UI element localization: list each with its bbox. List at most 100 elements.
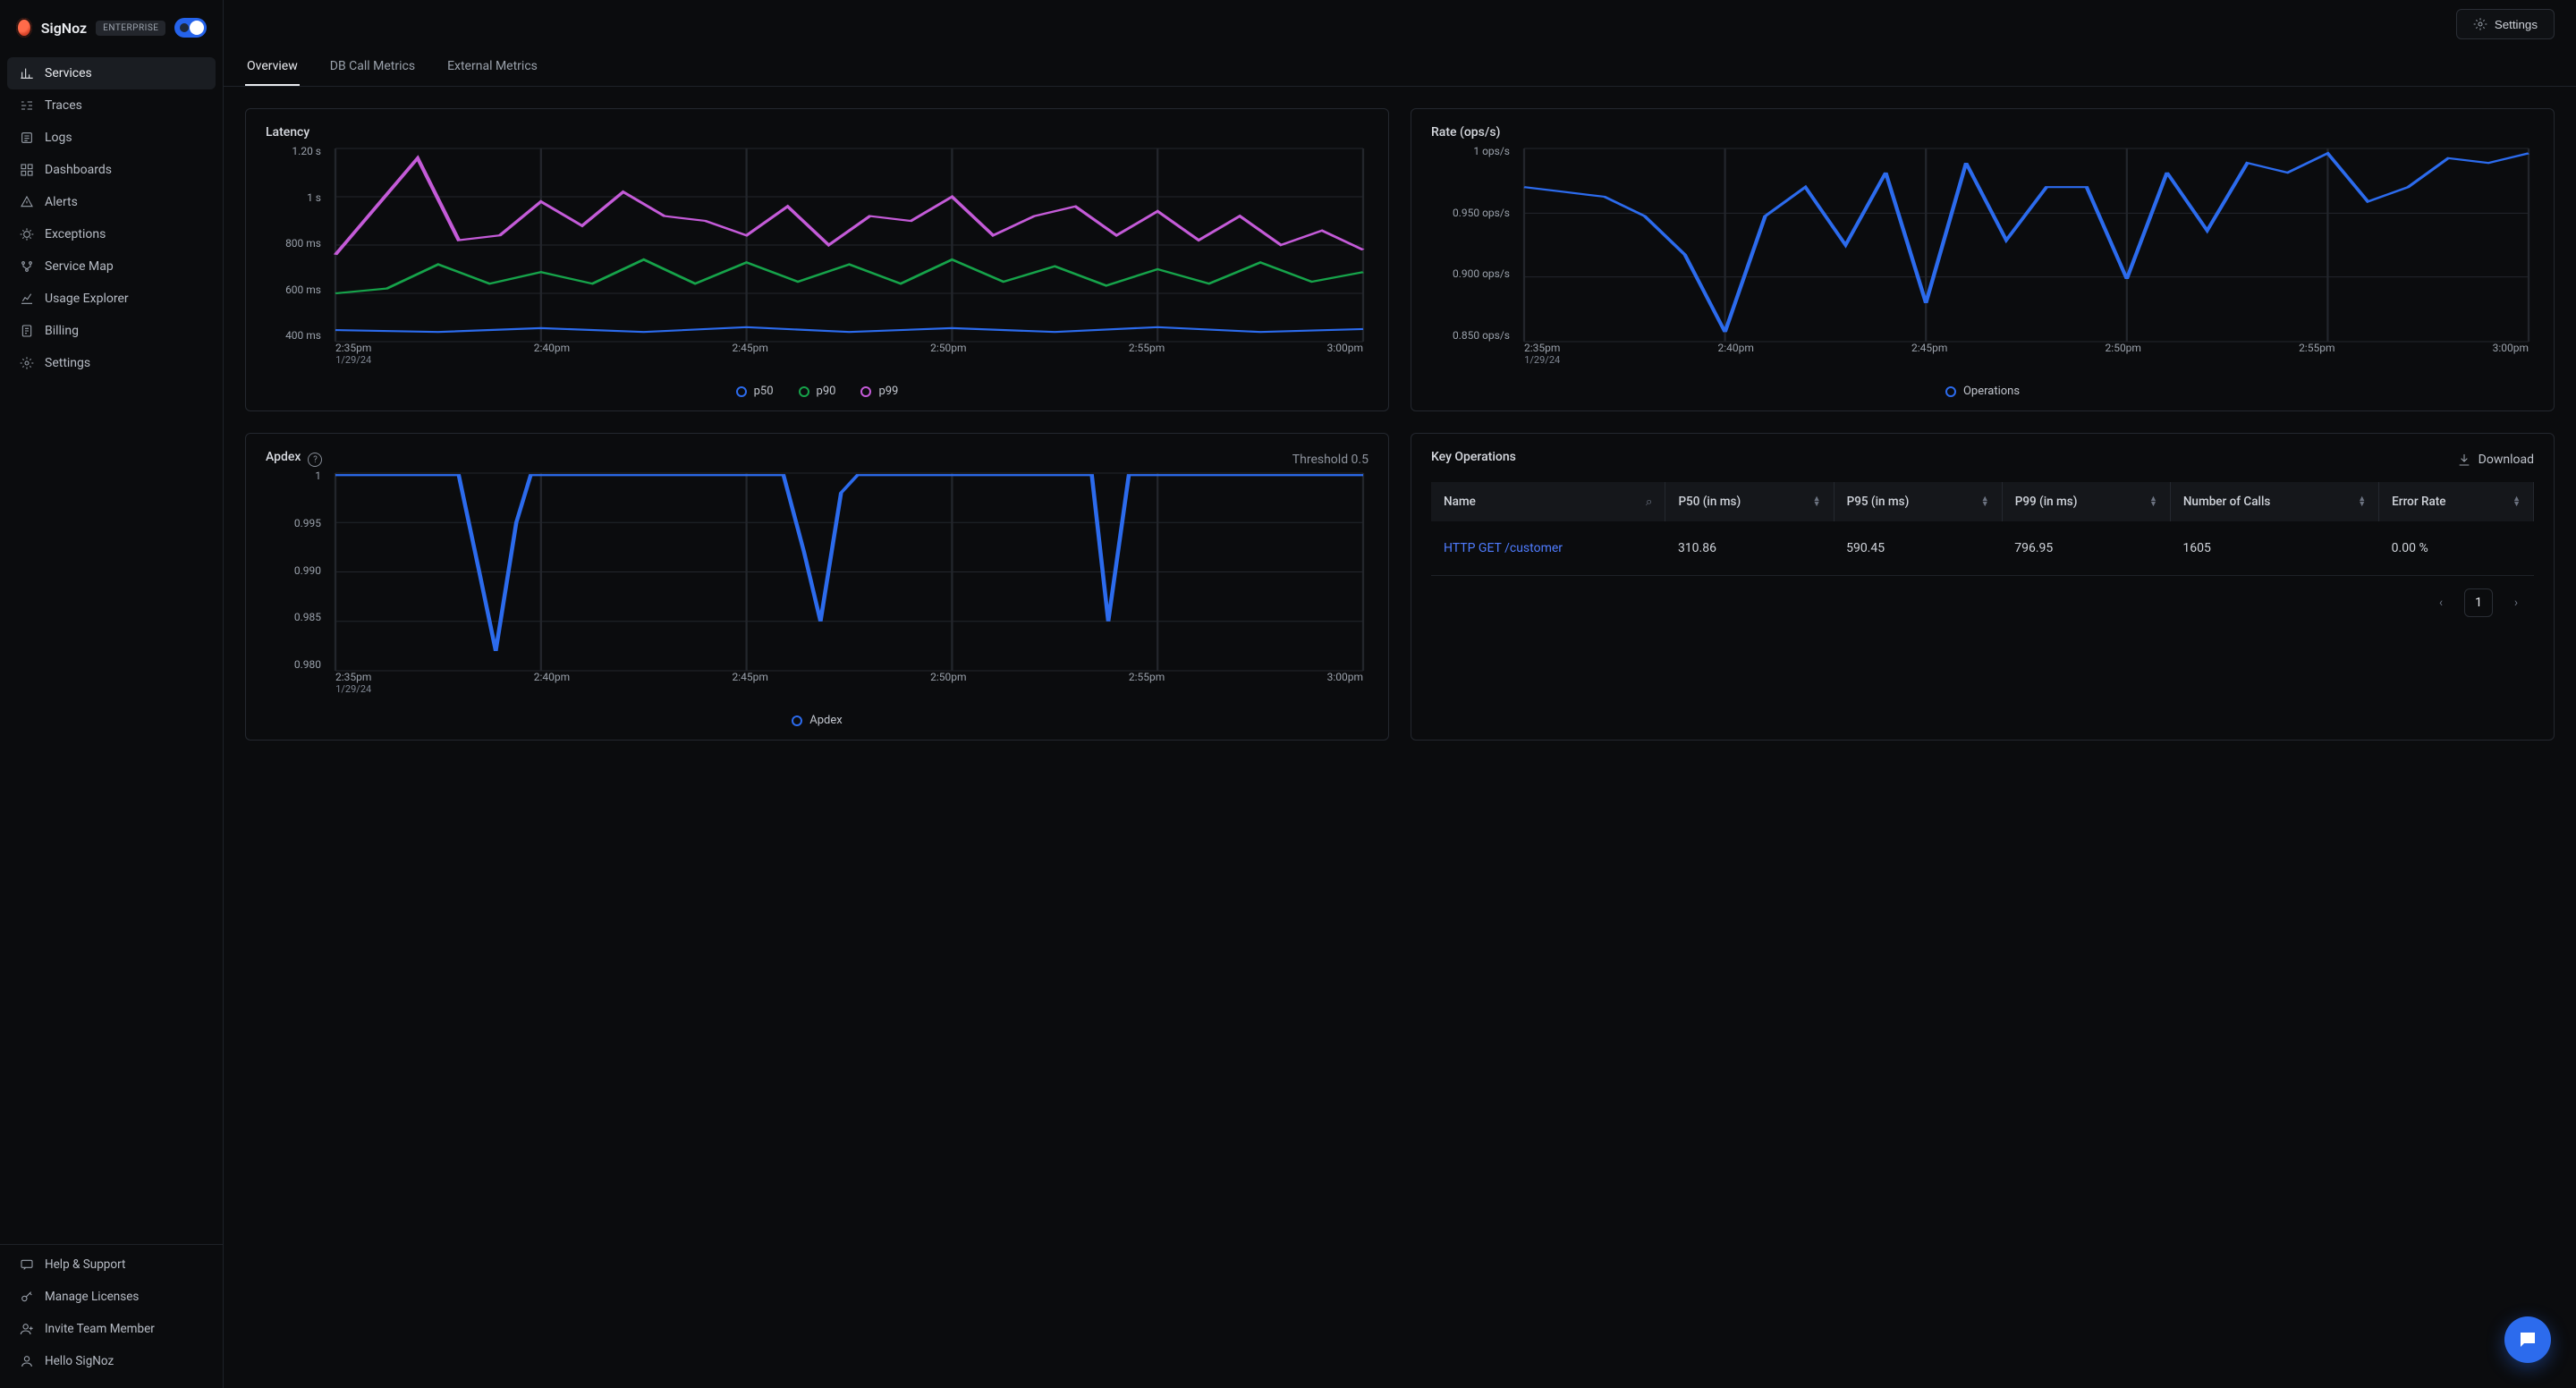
nav: Services Traces Logs Dashboards Alerts E…: [0, 54, 223, 1244]
swatch-icon: [1945, 386, 1956, 397]
latency-card: Latency 1.20 s 1 s 800 ms 600 ms 400 ms: [245, 108, 1389, 411]
legend: Operations: [1431, 377, 2534, 400]
sidebar-item-label: Traces: [45, 98, 82, 113]
logs-icon: [20, 131, 34, 145]
sidebar-item-label: Usage Explorer: [45, 292, 129, 306]
legend-item-p90[interactable]: p90: [799, 385, 836, 398]
sidebar-item-usage-explorer[interactable]: Usage Explorer: [7, 283, 216, 315]
x-tick: 3:00pm: [2493, 342, 2529, 377]
sidebar-item-hello[interactable]: Hello SigNoz: [7, 1345, 216, 1377]
pager-page[interactable]: 1: [2464, 588, 2493, 617]
apdex-chart[interactable]: 1 0.995 0.990 0.985 0.980: [266, 470, 1368, 707]
theme-toggle[interactable]: [174, 18, 207, 38]
sidebar-item-exceptions[interactable]: Exceptions: [7, 218, 216, 250]
tab-overview[interactable]: Overview: [245, 48, 300, 86]
sidebar-item-label: Settings: [45, 356, 90, 370]
swatch-icon: [736, 386, 747, 397]
y-tick: 1 s: [266, 191, 321, 204]
cell-p50: 310.86: [1665, 521, 1834, 576]
user-icon: [20, 1354, 34, 1368]
y-axis: 1 0.995 0.990 0.985 0.980: [266, 470, 328, 671]
x-axis: 2:35pm1/29/24 2:40pm 2:45pm 2:50pm 2:55p…: [335, 342, 1363, 377]
legend-item-p50[interactable]: p50: [736, 385, 774, 398]
col-p99[interactable]: P99 (in ms)▲▼: [2002, 482, 2170, 521]
sidebar-item-service-map[interactable]: Service Map: [7, 250, 216, 283]
chart-line-icon: [20, 292, 34, 306]
sidebar-item-traces[interactable]: Traces: [7, 89, 216, 122]
legend-item-apdex[interactable]: Apdex: [792, 714, 842, 727]
message-icon: [20, 1257, 34, 1272]
settings-button-label: Settings: [2495, 18, 2538, 31]
pagination: ‹ 1 ›: [1431, 576, 2534, 621]
latency-chart[interactable]: 1.20 s 1 s 800 ms 600 ms 400 ms: [266, 145, 1368, 377]
chat-icon: [2517, 1329, 2538, 1350]
x-tick: 2:55pm: [1129, 342, 1165, 377]
tabs: Overview DB Call Metrics External Metric…: [224, 39, 2576, 87]
topbar: Settings: [224, 0, 2576, 39]
col-calls[interactable]: Number of Calls▲▼: [2170, 482, 2378, 521]
rate-chart[interactable]: 1 ops/s 0.950 ops/s 0.900 ops/s 0.850 op…: [1431, 145, 2534, 377]
sidebar-footer: Help & Support Manage Licenses Invite Te…: [0, 1244, 223, 1377]
sidebar-item-help[interactable]: Help & Support: [7, 1248, 216, 1281]
settings-button[interactable]: Settings: [2456, 9, 2555, 39]
card-title: Latency: [266, 125, 1368, 140]
y-axis: 1 ops/s 0.950 ops/s 0.900 ops/s 0.850 op…: [1431, 145, 1517, 342]
sidebar-item-label: Services: [45, 66, 92, 80]
apdex-card: Apdex ? Threshold 0.5 1 0.995 0.990 0.98…: [245, 433, 1389, 741]
col-p50[interactable]: P50 (in ms)▲▼: [1665, 482, 1834, 521]
chat-fab[interactable]: [2504, 1316, 2551, 1363]
card-title: Rate (ops/s): [1431, 125, 2534, 140]
y-axis: 1.20 s 1 s 800 ms 600 ms 400 ms: [266, 145, 328, 342]
x-tick: 2:35pm1/29/24: [335, 671, 371, 707]
y-tick: 0.950 ops/s: [1431, 207, 1510, 219]
tab-external-metrics[interactable]: External Metrics: [445, 48, 539, 86]
y-tick: 600 ms: [266, 284, 321, 296]
col-name[interactable]: Name⌕: [1431, 482, 1665, 521]
search-icon[interactable]: ⌕: [1646, 495, 1653, 509]
sidebar-item-label: Logs: [45, 131, 72, 145]
sidebar-item-services[interactable]: Services: [7, 57, 216, 89]
gear-icon: [20, 356, 34, 370]
sidebar-item-dashboards[interactable]: Dashboards: [7, 154, 216, 186]
pager-prev[interactable]: ‹: [2427, 588, 2455, 617]
legend-item-p99[interactable]: p99: [860, 385, 898, 398]
col-p95[interactable]: P95 (in ms)▲▼: [1834, 482, 2002, 521]
series-p50: [335, 327, 1363, 332]
swatch-icon: [799, 386, 809, 397]
x-tick: 2:35pm1/29/24: [1524, 342, 1560, 377]
operation-link[interactable]: HTTP GET /customer: [1431, 521, 1665, 576]
download-button[interactable]: Download: [2457, 453, 2534, 467]
sidebar-item-invite[interactable]: Invite Team Member: [7, 1313, 216, 1345]
sidebar-item-logs[interactable]: Logs: [7, 122, 216, 154]
traces-icon: [20, 98, 34, 113]
pager-next[interactable]: ›: [2502, 588, 2530, 617]
sidebar-item-billing[interactable]: Billing: [7, 315, 216, 347]
y-tick: 400 ms: [266, 329, 321, 342]
sidebar-item-licenses[interactable]: Manage Licenses: [7, 1281, 216, 1313]
tab-db-call-metrics[interactable]: DB Call Metrics: [328, 48, 417, 86]
sort-icon: ▲▼: [2358, 496, 2366, 507]
legend-item-operations[interactable]: Operations: [1945, 385, 2020, 398]
alert-icon: [20, 195, 34, 209]
x-tick: 2:50pm: [930, 342, 966, 377]
sidebar-item-label: Service Map: [45, 259, 114, 274]
col-error-rate[interactable]: Error Rate▲▼: [2379, 482, 2534, 521]
x-tick: 3:00pm: [1327, 342, 1363, 377]
swatch-icon: [860, 386, 871, 397]
sidebar-item-alerts[interactable]: Alerts: [7, 186, 216, 218]
legend: Apdex: [266, 707, 1368, 729]
cell-err: 0.00 %: [2379, 521, 2534, 576]
sidebar-item-label: Invite Team Member: [45, 1322, 155, 1336]
map-icon: [20, 259, 34, 274]
y-tick: 0.850 ops/s: [1431, 329, 1510, 342]
main: Settings Overview DB Call Metrics Extern…: [224, 0, 2576, 1388]
y-tick: 0.985: [266, 611, 321, 623]
sidebar-item-settings[interactable]: Settings: [7, 347, 216, 379]
plot-area: [1524, 148, 2529, 342]
sidebar: SigNoz ENTERPRISE Services Traces Logs D…: [0, 0, 224, 1388]
cell-p95: 590.45: [1834, 521, 2002, 576]
x-tick: 2:50pm: [930, 671, 966, 707]
y-tick: 1.20 s: [266, 145, 321, 157]
series-p99: [335, 158, 1363, 255]
info-icon[interactable]: ?: [308, 453, 322, 467]
